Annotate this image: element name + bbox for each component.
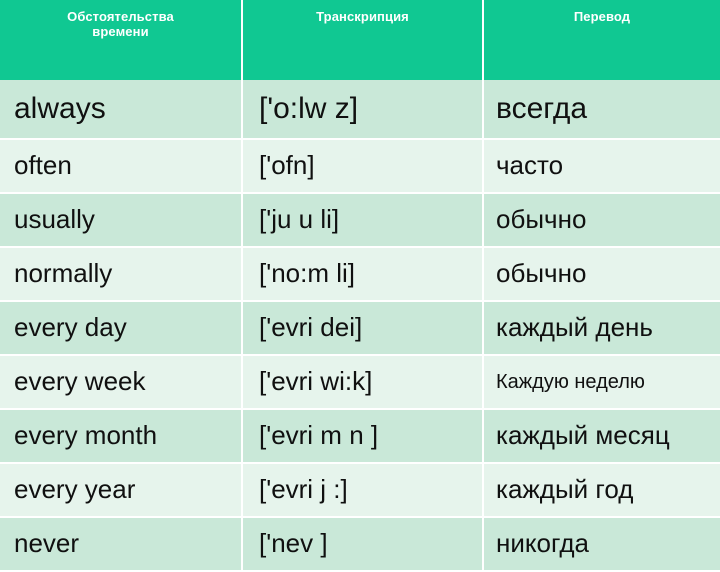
cell-term: usually	[0, 193, 243, 248]
cell-term: never	[0, 517, 243, 572]
column-header-term: Обстоятельства времени	[0, 0, 243, 80]
cell-translation: обычно	[483, 247, 720, 302]
cell-term: every year	[0, 463, 243, 518]
cell-translation: часто	[483, 139, 720, 194]
table-header-row: Обстоятельства времени Транскрипция Пере…	[0, 0, 720, 80]
column-header-transcription: Транскрипция	[242, 0, 484, 80]
cell-translation: всегда	[483, 80, 720, 140]
cell-term: every month	[0, 409, 243, 464]
table-row: always ['o:lw z] всегда	[0, 80, 720, 140]
table-row: every year ['evri j :] каждый год	[0, 463, 720, 518]
table-row: usually ['ju u li] обычно	[0, 193, 720, 248]
cell-transcription: ['ju u li]	[242, 193, 484, 248]
cell-translation: каждый день	[483, 301, 720, 356]
cell-translation: обычно	[483, 193, 720, 248]
cell-term: every day	[0, 301, 243, 356]
adverbs-of-time-table: Обстоятельства времени Транскрипция Пере…	[0, 0, 720, 572]
cell-transcription: ['evri m n ]	[242, 409, 484, 464]
cell-translation: никогда	[483, 517, 720, 572]
table-row: every week ['evri wi:k] Каждую неделю	[0, 355, 720, 410]
cell-term: often	[0, 139, 243, 194]
cell-transcription: ['o:lw z]	[242, 80, 484, 140]
column-header-term-line2: времени	[92, 24, 149, 40]
cell-term: normally	[0, 247, 243, 302]
cell-transcription: ['evri wi:k]	[242, 355, 484, 410]
cell-translation: каждый месяц	[483, 409, 720, 464]
cell-translation: Каждую неделю	[483, 355, 720, 410]
vocabulary-table-container: Обстоятельства времени Транскрипция Пере…	[0, 0, 720, 572]
cell-transcription: ['evri dei]	[242, 301, 484, 356]
cell-term: always	[0, 80, 243, 140]
column-header-translation: Перевод	[483, 0, 720, 80]
table-row: often ['ofn] часто	[0, 139, 720, 194]
cell-term: every week	[0, 355, 243, 410]
cell-transcription: ['evri j :]	[242, 463, 484, 518]
table-row: every day ['evri dei] каждый день	[0, 301, 720, 356]
cell-translation: каждый год	[483, 463, 720, 518]
table-body: always ['o:lw z] всегда often ['ofn] час…	[0, 80, 720, 572]
table-row: every month ['evri m n ] каждый месяц	[0, 409, 720, 464]
table-row: normally ['no:m li] обычно	[0, 247, 720, 302]
cell-transcription: ['no:m li]	[242, 247, 484, 302]
table-row: never ['nev ] никогда	[0, 517, 720, 572]
cell-transcription: ['ofn]	[242, 139, 484, 194]
cell-transcription: ['nev ]	[242, 517, 484, 572]
table-header: Обстоятельства времени Транскрипция Пере…	[0, 0, 720, 80]
column-header-term-line1: Обстоятельства	[67, 9, 174, 24]
